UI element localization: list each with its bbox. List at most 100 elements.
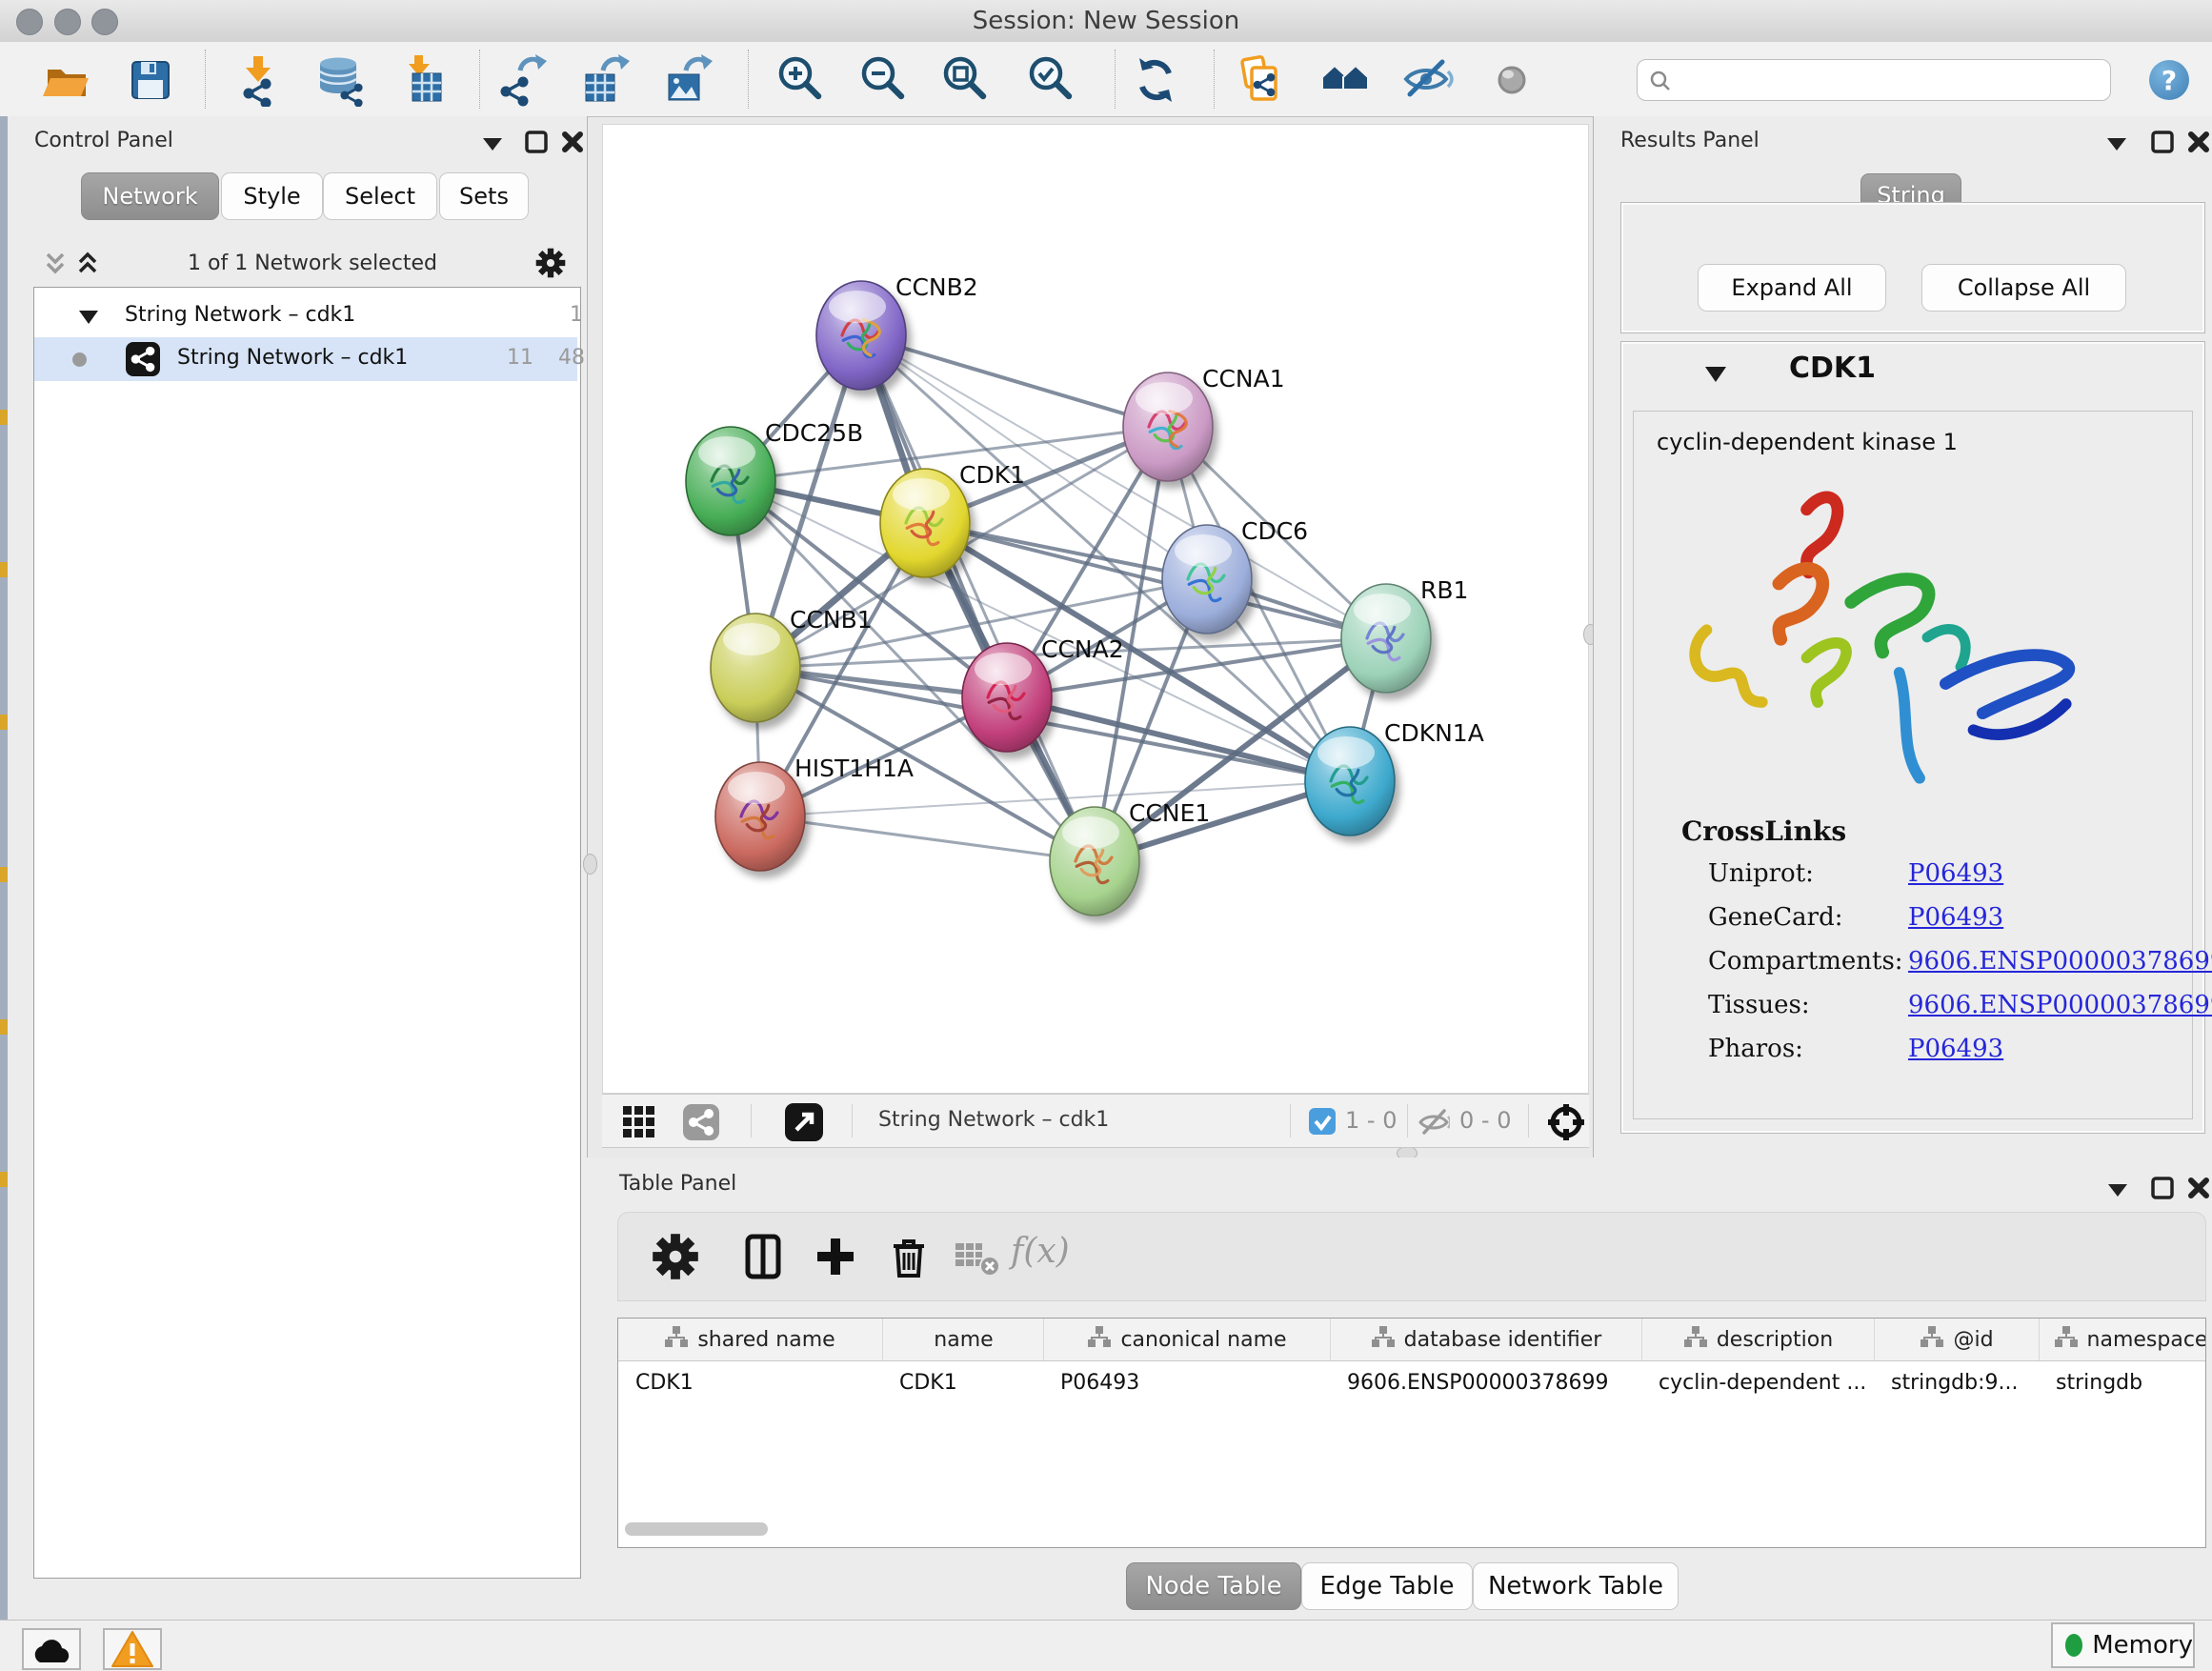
control-panel-menu-icon[interactable] xyxy=(480,133,505,158)
memory-status-dot xyxy=(2065,1634,2082,1657)
save-icon[interactable] xyxy=(124,53,177,107)
tab-sets[interactable]: Sets xyxy=(439,172,529,220)
entry-gene-name: CDK1 xyxy=(1789,352,1876,385)
memory-button[interactable]: Memory xyxy=(2051,1622,2195,1668)
table-cell[interactable]: 9606.ENSP00000378699 xyxy=(1330,1361,1641,1403)
toolbar-divider xyxy=(748,50,749,109)
table-cell[interactable]: CDK1 xyxy=(618,1361,882,1403)
tab-edge-table[interactable]: Edge Table xyxy=(1301,1562,1473,1610)
tab-select[interactable]: Select xyxy=(323,172,437,220)
network-row-selected[interactable]: String Network – cdk1 11 48 xyxy=(34,337,577,381)
hide-eye-icon[interactable] xyxy=(1401,53,1455,107)
shared-column-icon xyxy=(1088,1326,1111,1354)
table-panel-float-icon[interactable] xyxy=(2149,1175,2176,1205)
crosshair-target-icon[interactable] xyxy=(1539,1096,1593,1149)
table-cell[interactable]: stringdb xyxy=(2039,1361,2206,1403)
results-panel-close-icon[interactable] xyxy=(2185,129,2212,159)
add-column-icon[interactable] xyxy=(809,1230,862,1283)
import-table-icon[interactable] xyxy=(396,53,450,107)
search-input[interactable] xyxy=(1637,59,2111,101)
zoom-selected-icon[interactable] xyxy=(1024,53,1077,107)
column-header-name[interactable]: name xyxy=(882,1319,1044,1360)
warnings-button[interactable] xyxy=(103,1628,162,1670)
table-panel-close-icon[interactable] xyxy=(2185,1175,2212,1205)
results-entry-box: CDK1 cyclin-dependent kinase 1 CrossLink… xyxy=(1620,341,2205,1134)
zoom-out-icon[interactable] xyxy=(856,53,910,107)
houses-icon[interactable] xyxy=(1318,53,1372,107)
annotations-icon[interactable] xyxy=(1234,53,1287,107)
table-cell[interactable]: cyclin-dependent ... xyxy=(1641,1361,1874,1403)
crosslink-link[interactable]: P06493 xyxy=(1908,1035,2003,1063)
column-header-namespace[interactable]: namespace xyxy=(2039,1319,2206,1360)
column-header-shared-name[interactable]: shared name xyxy=(618,1319,882,1360)
splitter-handle-left[interactable] xyxy=(583,854,597,875)
help-button[interactable]: ? xyxy=(2149,60,2189,100)
tab-style[interactable]: Style xyxy=(221,172,323,220)
expand-all-button[interactable]: Expand All xyxy=(1698,264,1886,312)
background-window-sliver xyxy=(0,116,8,1620)
export-network-icon[interactable] xyxy=(497,53,551,107)
crosslink-link[interactable]: P06493 xyxy=(1908,903,2003,932)
network-node-CDC25B xyxy=(686,427,775,535)
network-graph[interactable]: CCNB2 CCNA1 CDC25B CDK1 CDC6 RB1 xyxy=(603,125,1588,1093)
cloud-button[interactable] xyxy=(22,1628,81,1670)
control-panel-float-icon[interactable] xyxy=(523,129,550,159)
expand-all-networks-icon[interactable] xyxy=(74,250,101,280)
shared-column-icon xyxy=(2055,1326,2078,1354)
network-node-CCNB2 xyxy=(816,281,906,390)
control-panel-close-icon[interactable] xyxy=(559,129,586,159)
collapse-all-button[interactable]: Collapse All xyxy=(1921,264,2126,312)
collapse-all-networks-icon[interactable] xyxy=(42,250,69,280)
entry-collapse-icon[interactable] xyxy=(1703,365,1728,384)
shared-column-icon xyxy=(1684,1326,1707,1354)
show-columns-icon[interactable] xyxy=(736,1230,790,1283)
results-panel-float-icon[interactable] xyxy=(2149,129,2176,159)
control-panel-title: Control Panel xyxy=(34,129,173,152)
network-canvas[interactable]: CCNB2 CCNA1 CDC25B CDK1 CDC6 RB1 xyxy=(602,124,1589,1094)
table-cell[interactable]: P06493 xyxy=(1043,1361,1330,1403)
network-node-CDKN1A xyxy=(1305,727,1395,836)
crosslink-link[interactable]: 9606.ENSP00000378699 xyxy=(1908,991,2212,1019)
selected-checkbox-icon[interactable] xyxy=(1309,1108,1336,1135)
import-database-icon[interactable] xyxy=(312,53,365,107)
application-window: Session: New Session ? Control Panel Net… xyxy=(0,0,2212,1671)
zoom-fit-icon[interactable] xyxy=(938,53,992,107)
crosslink-link[interactable]: P06493 xyxy=(1908,859,2003,888)
column-header-description[interactable]: description xyxy=(1641,1319,1875,1360)
gray-orb-icon[interactable] xyxy=(1485,53,1538,107)
tab-network[interactable]: Network xyxy=(81,172,219,220)
column-header-canonical-name[interactable]: canonical name xyxy=(1043,1319,1331,1360)
crosslink-link[interactable]: 9606.ENSP00000378699 xyxy=(1908,947,2212,976)
entry-description: cyclin-dependent kinase 1 xyxy=(1657,429,1958,455)
tree-expander-icon[interactable] xyxy=(77,309,100,326)
export-image-icon[interactable] xyxy=(663,53,716,107)
column-header-database-identifier[interactable]: database identifier xyxy=(1330,1319,1642,1360)
delete-table-icon-disabled xyxy=(954,1236,1003,1278)
refresh-icon[interactable] xyxy=(1129,53,1182,107)
table-panel-menu-icon[interactable] xyxy=(2105,1179,2130,1204)
svg-text:CCNA1: CCNA1 xyxy=(1202,365,1285,393)
svg-text:RB1: RB1 xyxy=(1420,576,1468,604)
tab-node-table[interactable]: Node Table xyxy=(1126,1562,1301,1610)
tab-network-table[interactable]: Network Table xyxy=(1473,1562,1679,1610)
horizontal-scrollbar-thumb[interactable] xyxy=(625,1522,768,1536)
hidden-eye-icon[interactable] xyxy=(1418,1107,1450,1136)
table-options-gear-icon[interactable] xyxy=(649,1230,702,1283)
network-status-dot xyxy=(72,352,87,367)
selected-node-edge-counts: 1 - 0 xyxy=(1345,1107,1397,1134)
network-collection-row[interactable]: String Network – cdk1 1 xyxy=(34,295,577,337)
export-table-icon[interactable] xyxy=(580,53,633,107)
zoom-in-icon[interactable] xyxy=(774,53,827,107)
import-network-icon[interactable] xyxy=(231,53,285,107)
delete-column-icon[interactable] xyxy=(882,1230,935,1283)
open-in-window-icon[interactable] xyxy=(785,1103,823,1141)
network-list-options-gear-icon[interactable] xyxy=(533,246,568,284)
table-row[interactable]: CDK1CDK1P064939606.ENSP00000378699cyclin… xyxy=(618,1361,2205,1403)
results-panel-menu-icon[interactable] xyxy=(2104,133,2129,158)
column-header--id[interactable]: @id xyxy=(1874,1319,2040,1360)
network-overview-toggle-icon[interactable] xyxy=(683,1104,719,1140)
table-cell[interactable]: CDK1 xyxy=(882,1361,1043,1403)
table-cell[interactable]: stringdb:9... xyxy=(1874,1361,2039,1403)
open-folder-icon[interactable] xyxy=(40,53,93,107)
birdseye-grid-icon[interactable] xyxy=(623,1106,655,1138)
